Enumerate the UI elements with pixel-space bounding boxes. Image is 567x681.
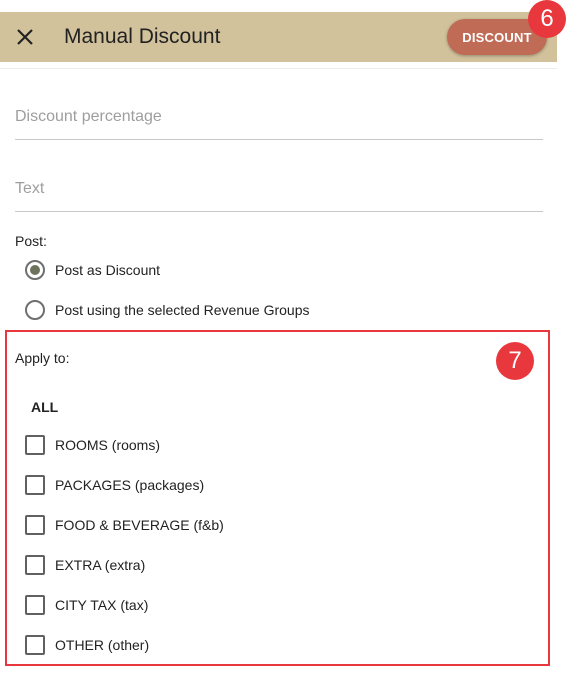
step-badge-6: 6 [528, 0, 566, 38]
checkbox-label: ROOMS (rooms) [55, 437, 160, 453]
text-field [15, 172, 543, 212]
checkbox-extra[interactable]: EXTRA (extra) [25, 555, 145, 575]
discount-percentage-field [15, 100, 543, 140]
checkbox-icon[interactable] [25, 635, 45, 655]
checkbox-icon[interactable] [25, 555, 45, 575]
checkbox-icon[interactable] [25, 595, 45, 615]
checkbox-rooms[interactable]: ROOMS (rooms) [25, 435, 160, 455]
checkbox-other[interactable]: OTHER (other) [25, 635, 149, 655]
checkbox-label: CITY TAX (tax) [55, 597, 149, 613]
radio-checked-icon[interactable] [25, 260, 45, 280]
checkbox-label: EXTRA (extra) [55, 557, 146, 573]
radio-unchecked-icon[interactable] [25, 300, 45, 320]
checkbox-icon[interactable] [25, 435, 45, 455]
header-divider [0, 68, 557, 69]
radio-label: Post as Discount [55, 262, 161, 278]
checkbox-label: OTHER (other) [55, 637, 150, 653]
checkbox-label: FOOD & BEVERAGE (f&b) [55, 517, 224, 533]
post-label: Post: [15, 233, 47, 249]
checkbox-packages[interactable]: PACKAGES (packages) [25, 475, 204, 495]
radio-label: Post using the selected Revenue Groups [55, 302, 310, 318]
text-input[interactable] [15, 172, 543, 198]
checkbox-food-beverage[interactable]: FOOD & BEVERAGE (f&b) [25, 515, 224, 535]
dialog-header: Manual Discount DISCOUNT [0, 12, 557, 62]
checkbox-city-tax[interactable]: CITY TAX (tax) [25, 595, 148, 615]
select-all-link[interactable]: ALL [31, 399, 58, 415]
dialog-title: Manual Discount [64, 25, 221, 48]
checkbox-label: PACKAGES (packages) [55, 477, 205, 493]
close-button[interactable] [13, 25, 37, 49]
checkbox-icon[interactable] [25, 475, 45, 495]
apply-to-highlight-box [5, 330, 550, 666]
step-badge-7: 7 [496, 342, 534, 380]
close-icon[interactable] [13, 25, 37, 49]
checkbox-icon[interactable] [25, 515, 45, 535]
radio-post-as-discount[interactable]: Post as Discount [25, 259, 160, 281]
apply-to-label: Apply to: [15, 350, 70, 366]
radio-post-revenue-groups[interactable]: Post using the selected Revenue Groups [25, 299, 310, 321]
discount-percentage-input[interactable] [15, 100, 543, 126]
